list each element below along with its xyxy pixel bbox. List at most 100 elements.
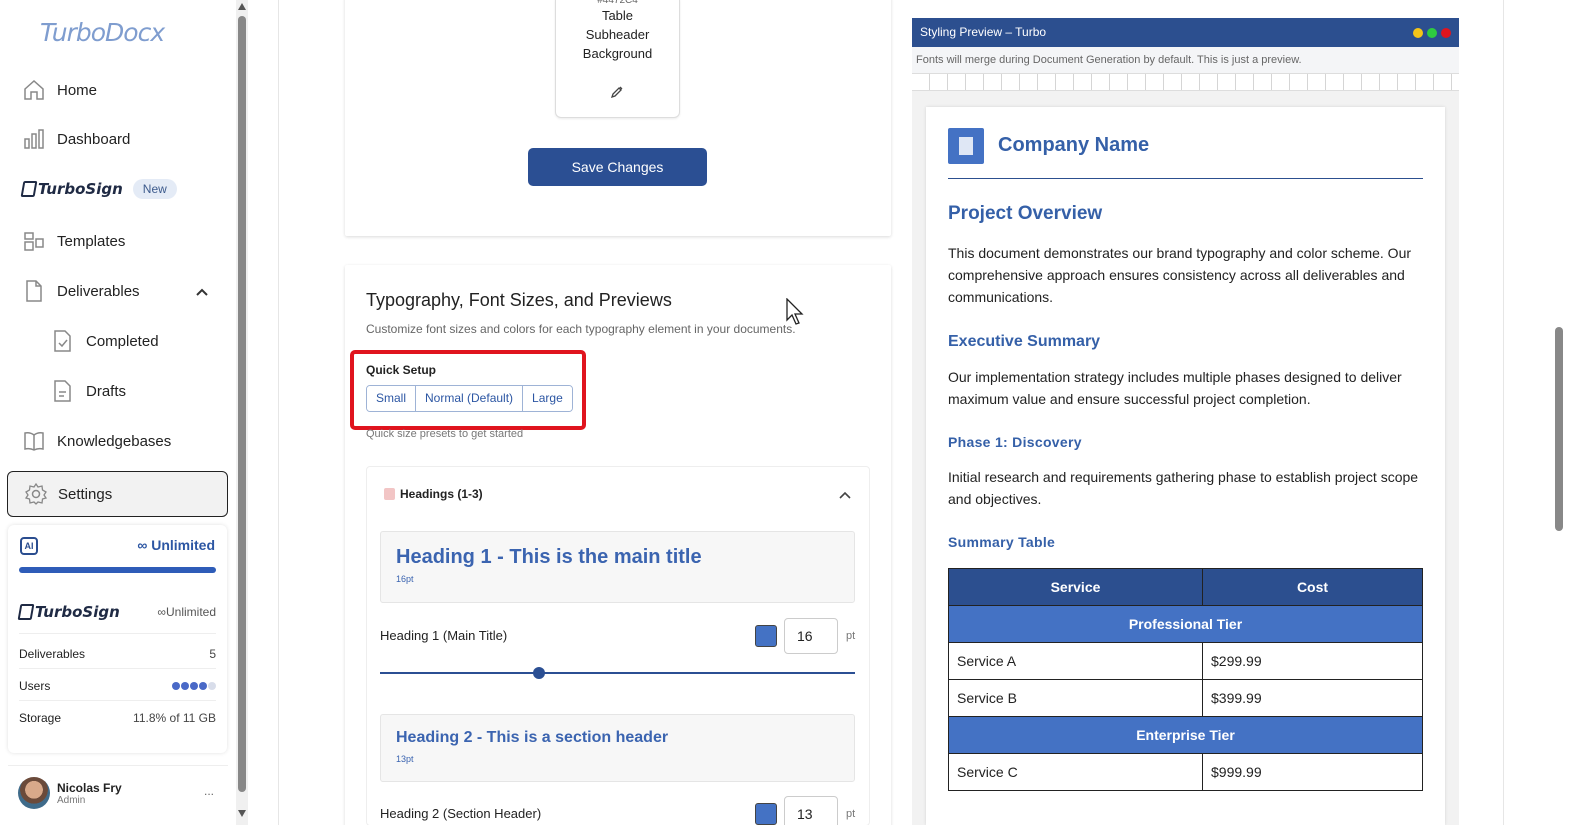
table-subheader-row: Professional Tier [948,605,1423,643]
scrollbar-thumb[interactable] [238,16,246,792]
unit-label: pt [846,630,856,642]
heading-1-size-input[interactable]: 16 [784,618,838,654]
doc-heading-1: Project Overview [948,203,1103,224]
turbosign-logo: TurboSign [17,603,120,621]
preview-note: Fonts will merge during Document Generat… [912,47,1459,73]
table-subheader-cell: Professional Tier [948,605,1423,643]
table-row: Service A $299.99 [948,642,1423,680]
divider [19,668,216,669]
usage-value: 11.8% of 11 GB [133,711,216,725]
heading-2-label: Heading 2 (Section Header) [380,806,542,821]
heading-2-color-swatch[interactable] [755,803,777,825]
heading-1-size-slider-thumb[interactable] [533,667,545,679]
sidebar-item-deliverables[interactable]: Deliverables [22,276,140,306]
sidebar-item-label: TurboSign [38,180,123,198]
turbosign-plan: ∞Unlimited [157,605,216,619]
sidebar-item-turbosign[interactable]: TurboSign New [20,174,177,204]
chevron-up-icon[interactable] [838,489,852,501]
ai-icon: AI [20,537,38,555]
memo-icon [384,488,395,500]
table-header-row: Service Cost [948,568,1423,606]
users-dots-indicator [171,679,216,693]
table-cell: $999.99 [1202,753,1423,791]
heading-2-preview: Heading 2 - This is a section header 13p… [380,714,855,782]
window-title: Styling Preview – Turbo [920,25,1047,39]
table-cell: Service A [948,642,1203,680]
sidebar-item-settings[interactable]: Settings [7,471,228,517]
unit-label: pt [846,808,856,820]
minimize-dot-icon[interactable] [1413,28,1423,38]
doc-paragraph: Initial research and requirements gather… [948,469,1419,507]
highlight-box [350,350,586,430]
scroll-down-icon[interactable] [238,810,246,817]
heading-2-size-input[interactable]: 13 [784,796,838,825]
table-row: Service B $399.99 [948,679,1423,717]
divider [19,633,216,634]
sidebar-item-completed[interactable]: Completed [52,326,159,356]
color-hex: #4472C4 [597,0,638,6]
divider [19,700,216,701]
user-name: Nicolas Fry [57,781,122,795]
scroll-up-icon[interactable] [238,3,246,10]
turbosign-label: TurboSign [35,603,120,621]
summary-table: Service Cost Professional Tier Service A… [948,568,1423,791]
infinity-icon: ∞ [137,537,152,553]
sidebar-item-label: Templates [57,232,126,250]
sidebar-item-label: Completed [86,332,159,350]
sidebar-item-home[interactable]: Home [22,75,97,105]
section-subtitle: Customize font sizes and colors for each… [366,322,796,336]
document-draft-icon [54,380,71,402]
ruler [912,73,1459,91]
bar-chart-icon [24,129,44,149]
table-cell: $399.99 [1202,679,1423,717]
heading-1-preview-text: Heading 1 - This is the main title [396,546,702,568]
heading-2-size-label: 13pt [396,754,414,764]
scrollbar-thumb[interactable] [1555,327,1563,531]
color-tile-table-subheader[interactable]: #4472C4 Table Subheader Background [555,0,680,118]
sidebar-item-drafts[interactable]: Drafts [52,376,126,406]
user-role: Admin [57,795,86,806]
heading-2-preview-text: Heading 2 - This is a section header [396,729,669,746]
quick-setup-hint: Quick size presets to get started [366,428,524,440]
section-title: Typography, Font Sizes, and Previews [366,290,672,310]
sidebar-item-knowledgebases[interactable]: Knowledgebases [22,426,171,456]
more-options-icon[interactable]: ... [204,784,214,798]
main-scrollbar[interactable] [1552,0,1566,825]
chevron-up-icon[interactable] [195,285,209,299]
usage-label: Users [19,679,51,693]
turbosign-usage-row: TurboSign ∞Unlimited [17,603,216,621]
eyedropper-icon[interactable] [610,85,624,99]
sidebar-scrollbar[interactable] [236,0,248,825]
usage-row-storage: Storage 11.8% of 11 GB [19,711,216,725]
mouse-cursor-icon [786,298,804,325]
table-subheader-row: Enterprise Tier [948,716,1423,754]
sidebar-item-label: Home [57,81,98,99]
styling-preview-window: Styling Preview – Turbo Fonts will merge… [912,18,1459,825]
app-logo[interactable]: TurboDocx [40,18,165,47]
ai-usage-bar [19,567,216,573]
maximize-dot-icon[interactable] [1427,28,1437,38]
sidebar-item-dashboard[interactable]: Dashboard [22,124,130,154]
sidebar-item-label: Settings [58,485,113,503]
turbosign-plan-label: Unlimited [165,605,216,619]
save-changes-button[interactable]: Save Changes [528,148,707,186]
sidebar: TurboDocx Home Dashboard TurboSign New T… [0,0,236,825]
accordion-title[interactable]: Headings (1-3) [384,487,483,501]
document-icon [26,280,42,302]
table-cell: $299.99 [1202,642,1423,680]
usage-label: Storage [19,711,62,725]
table-header-cell: Service [948,568,1203,606]
close-dot-icon[interactable] [1441,28,1451,38]
heading-1-color-swatch[interactable] [755,625,777,647]
avatar [18,777,50,809]
accordion-title-text: Headings (1-3) [400,487,483,501]
divider [278,0,279,825]
user-profile[interactable]: Nicolas Fry Admin ... [8,765,228,825]
ai-plan-unlimited[interactable]: ∞ Unlimited [137,537,215,553]
usage-value: 5 [209,647,216,661]
turbosign-icon [20,181,38,197]
heading-1-label: Heading 1 (Main Title) [380,628,508,643]
sidebar-item-templates[interactable]: Templates [22,226,125,256]
heading-1-size-slider-track[interactable] [380,672,855,674]
usage-row-deliverables: Deliverables 5 [19,647,216,661]
